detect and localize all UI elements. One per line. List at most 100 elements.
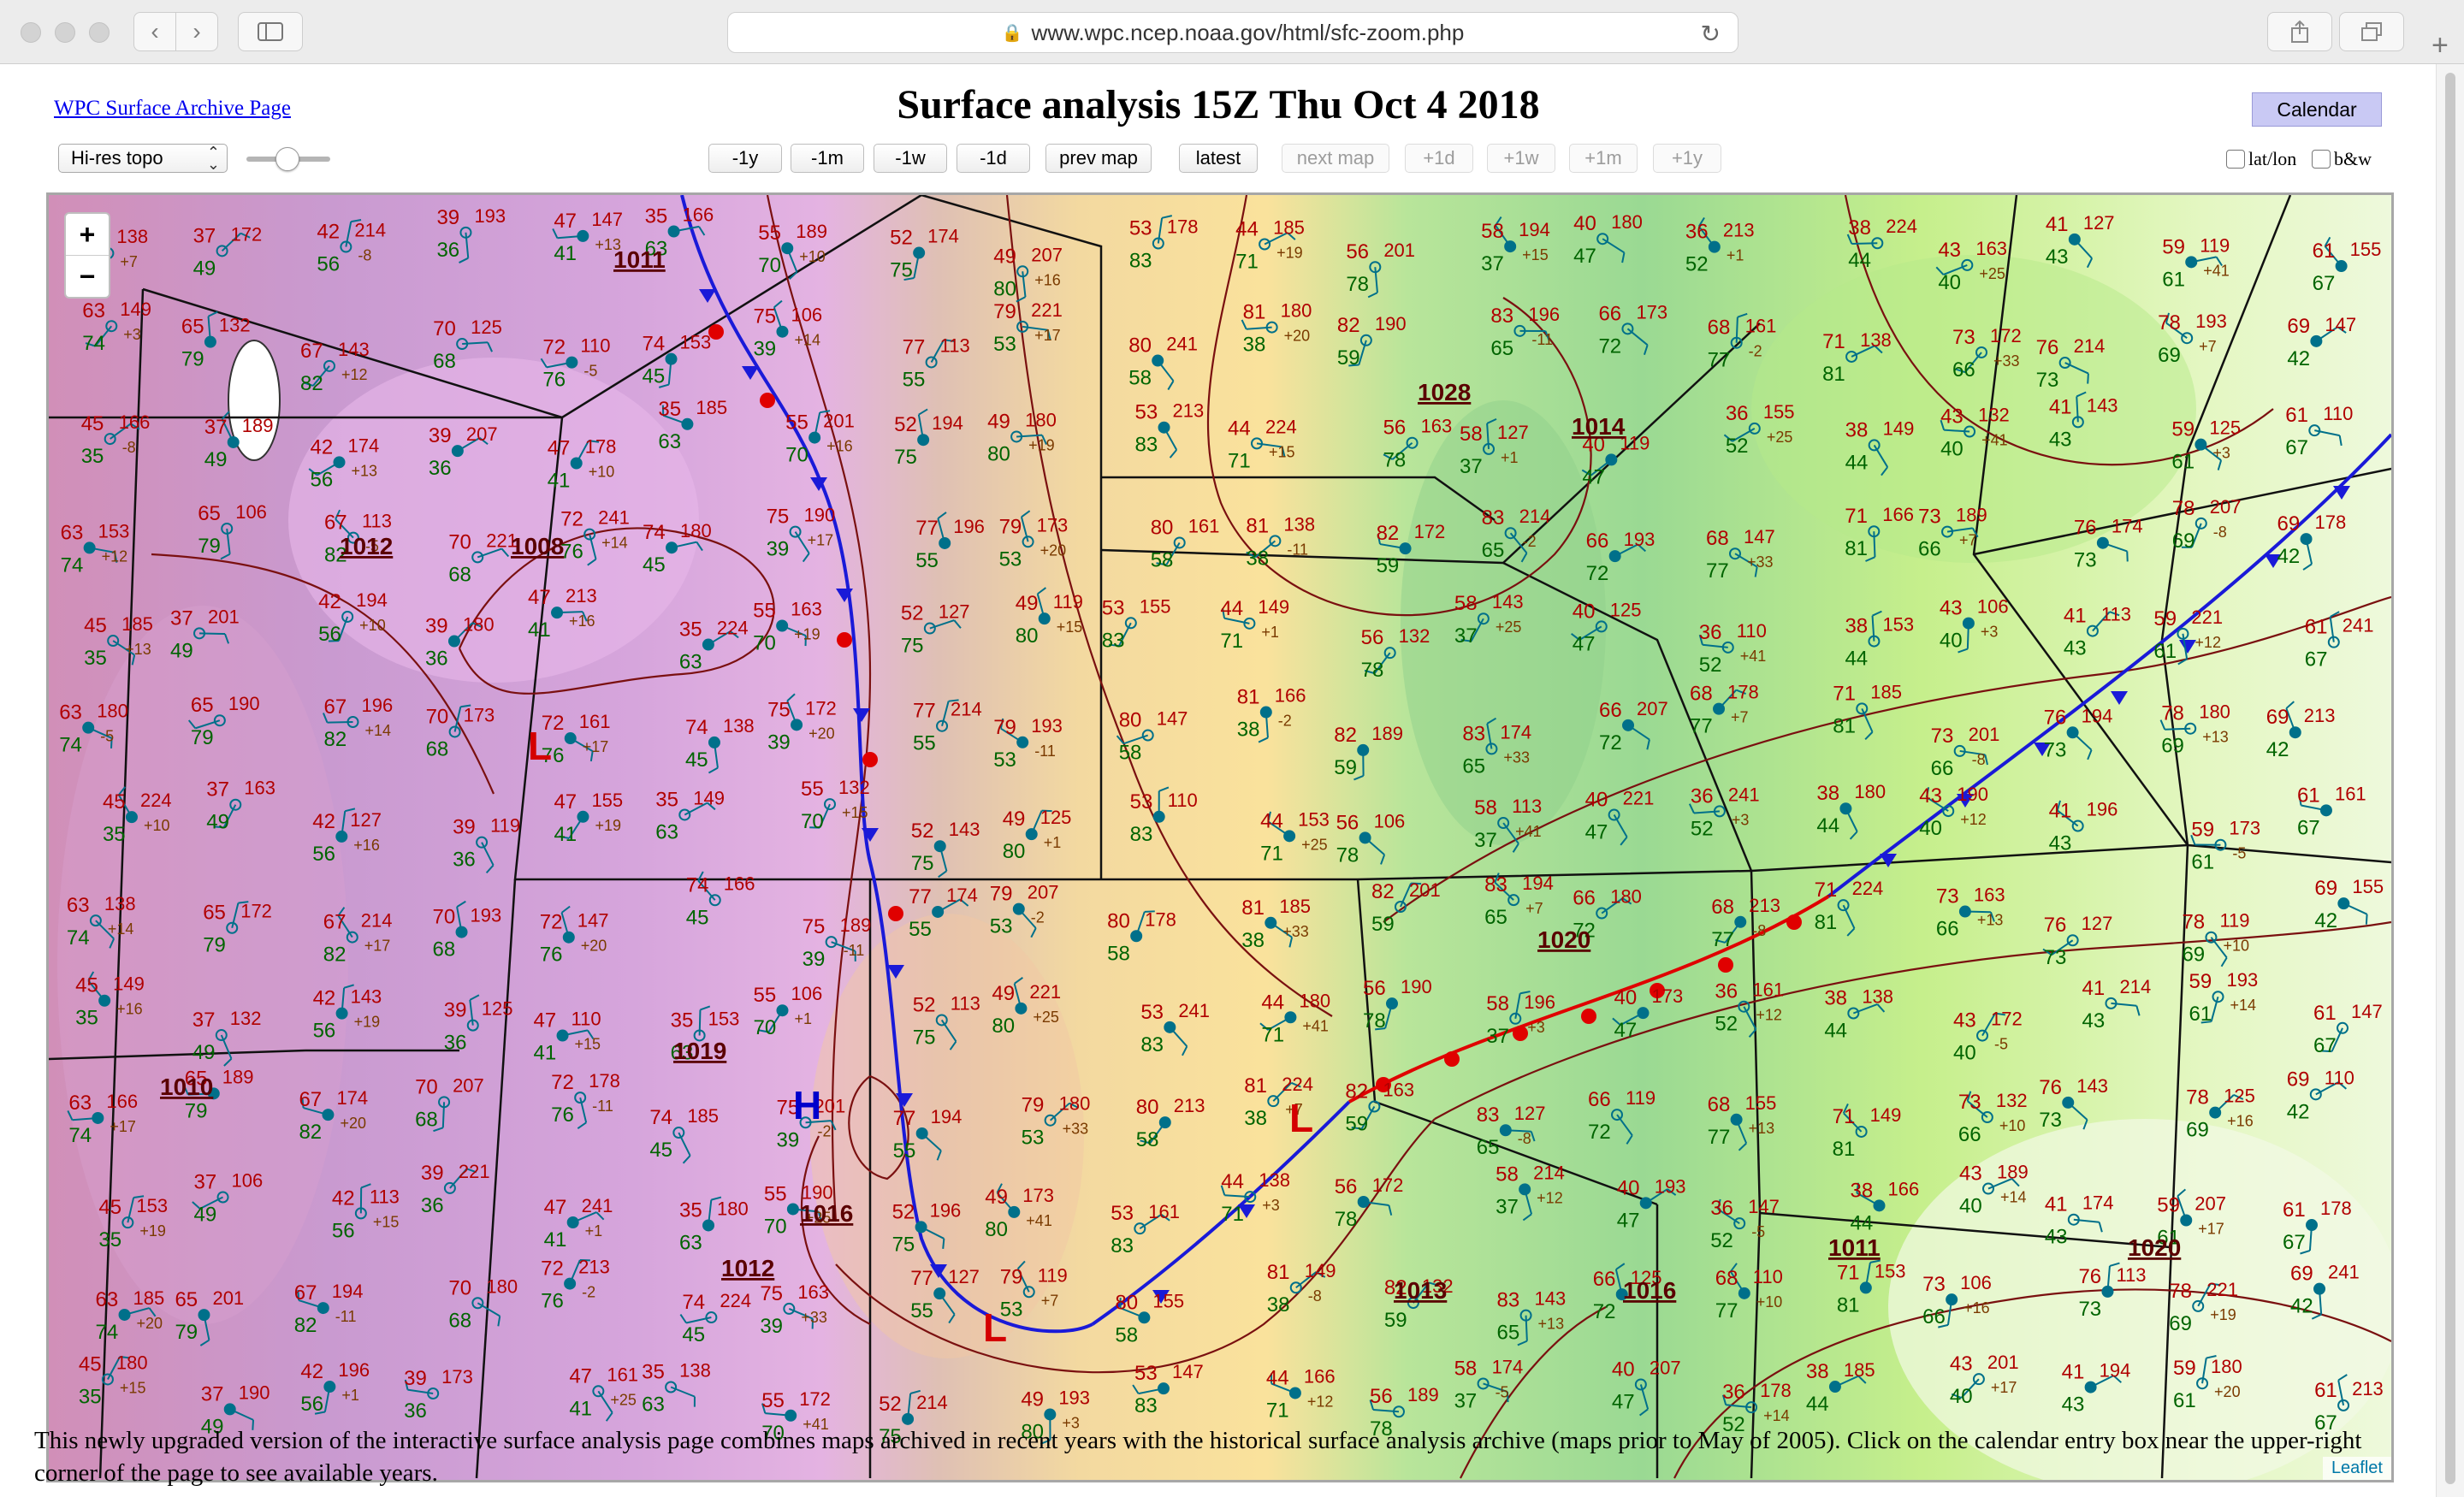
station-dewpoint: 39 — [753, 338, 776, 361]
zoom-window-button[interactable] — [89, 22, 110, 43]
station-dewpoint: 44 — [1845, 648, 1868, 671]
station-temp: 76 — [2039, 1076, 2062, 1099]
station-temp: 70 — [433, 906, 456, 929]
time-button[interactable]: -1d — [957, 144, 1030, 173]
station-dewpoint: 52 — [1726, 435, 1749, 458]
station-tendency: +25 — [1301, 836, 1328, 853]
station-pressure: 201 — [212, 1287, 244, 1309]
station-temp: 56 — [1370, 1385, 1393, 1408]
tabs-overview-button[interactable] — [2339, 12, 2404, 51]
station-tendency: -11 — [1531, 331, 1553, 348]
time-button[interactable]: +1m — [1569, 144, 1638, 173]
leaflet-attribution[interactable]: Leaflet — [2322, 1457, 2391, 1480]
page-scrollbar[interactable] — [2436, 64, 2464, 1497]
station-temp: 68 — [1711, 896, 1734, 919]
time-button[interactable]: -1w — [874, 144, 947, 173]
station-dewpoint: 63 — [642, 1393, 665, 1416]
station-pressure: 214 — [951, 699, 982, 720]
select-arrows-icon: ⌃ ⌄ — [206, 144, 220, 173]
time-button[interactable]: prev map — [1045, 144, 1152, 173]
station-temp: 53 — [1140, 1001, 1164, 1024]
station-pressure: 155 — [2352, 876, 2384, 897]
opacity-slider[interactable] — [246, 147, 330, 171]
station-temp: 70 — [415, 1075, 438, 1098]
station-dewpoint: 71 — [1220, 630, 1243, 653]
layer-select[interactable]: Hi-res topo ⌃ ⌄ — [58, 144, 228, 173]
calendar-button[interactable]: Calendar — [2252, 92, 2382, 127]
checkbox-box[interactable] — [2312, 150, 2331, 169]
station-temp: 42 — [318, 590, 341, 613]
station-pressure: 174 — [1500, 721, 1531, 743]
station-dewpoint: 53 — [999, 547, 1022, 571]
address-bar[interactable]: 🔒 www.wpc.ncep.noaa.gov/html/sfc-zoom.ph… — [727, 12, 1738, 53]
station-tendency: +10 — [1999, 1117, 2026, 1134]
station-dewpoint: 83 — [1129, 250, 1152, 273]
time-button[interactable]: +1d — [1405, 144, 1473, 173]
station-pressure: 163 — [1383, 1080, 1414, 1101]
time-button[interactable]: next map — [1282, 144, 1389, 173]
station-pressure: 185 — [1279, 896, 1311, 917]
slider-knob[interactable] — [275, 147, 299, 171]
station-tendency: +41 — [1026, 1212, 1052, 1229]
station-pressure: 132 — [1399, 625, 1430, 647]
close-window-button[interactable] — [21, 22, 41, 43]
forward-button[interactable]: › — [175, 12, 218, 51]
station-temp: 63 — [82, 299, 105, 322]
station-dewpoint: 44 — [1806, 1393, 1829, 1416]
station-dewpoint: 77 — [1690, 715, 1713, 738]
station-pressure: 106 — [235, 501, 267, 523]
station-pressure: 190 — [228, 693, 260, 714]
station-dewpoint: 68 — [415, 1108, 438, 1131]
station-pressure: 180 — [1059, 1093, 1091, 1115]
station-pressure: 189 — [242, 415, 274, 436]
checkbox-box[interactable] — [2226, 150, 2245, 169]
scrollbar-thumb[interactable] — [2445, 73, 2455, 1484]
time-button[interactable]: latest — [1179, 144, 1258, 173]
station-temp: 52 — [894, 413, 917, 436]
sidebar-button[interactable] — [238, 12, 303, 51]
back-button[interactable]: ‹ — [133, 12, 176, 51]
station-temp: 47 — [544, 1196, 567, 1219]
zoom-out-button[interactable]: − — [66, 255, 109, 297]
station-dewpoint: 69 — [2169, 1312, 2192, 1335]
station-pressure: 110 — [572, 1009, 601, 1030]
station-pressure: 172 — [240, 901, 272, 922]
station-dewpoint: 61 — [2191, 851, 2214, 874]
station-temp: 43 — [1959, 1163, 1982, 1186]
surface-map[interactable]: + − 138 +7 37 172 49 42 214 56 -8 39 193… — [46, 192, 2394, 1482]
minimize-window-button[interactable] — [55, 22, 75, 43]
station-temp: 52 — [890, 227, 913, 250]
station-dewpoint: 36 — [444, 1032, 467, 1055]
station-dewpoint: 71 — [1261, 1023, 1284, 1046]
station-temp: 77 — [903, 335, 926, 358]
station-dewpoint: 65 — [1484, 906, 1507, 929]
latlon-checkbox[interactable]: lat/lon — [2226, 148, 2296, 170]
reload-icon[interactable]: ↻ — [1701, 20, 1721, 48]
station-dewpoint: 66 — [1918, 538, 1941, 561]
time-button[interactable]: +1y — [1653, 144, 1721, 173]
plus-icon[interactable]: + — [2431, 29, 2449, 62]
station-dewpoint: 73 — [2044, 738, 2067, 761]
station-temp: 40 — [1573, 600, 1596, 623]
station-pressure: 166 — [724, 873, 755, 894]
station-pressure: 196 — [361, 695, 393, 716]
station-temp: 65 — [198, 502, 221, 525]
bw-checkbox[interactable]: b&w — [2312, 148, 2372, 170]
station-tendency: +1 — [1727, 247, 1744, 264]
station-pressure: 178 — [2315, 512, 2347, 533]
share-button[interactable] — [2267, 12, 2332, 51]
time-button[interactable]: -1m — [791, 144, 864, 173]
zoom-in-button[interactable]: + — [66, 214, 109, 255]
wind-barb-flag — [2365, 914, 2368, 925]
station-tendency: +33 — [1503, 748, 1530, 766]
time-button[interactable]: -1y — [708, 144, 782, 173]
station-temp: 81 — [1246, 514, 1269, 537]
station-dewpoint: 37 — [1454, 1389, 1478, 1412]
station-temp: 52 — [879, 1393, 902, 1416]
station-dewpoint: 69 — [2161, 735, 2184, 758]
pressure-label: 1012 — [340, 533, 393, 559]
station-temp: 41 — [2046, 213, 2069, 236]
time-button[interactable]: +1w — [1487, 144, 1555, 173]
station-temp: 59 — [2191, 819, 2214, 842]
front-semicircle — [862, 752, 878, 767]
